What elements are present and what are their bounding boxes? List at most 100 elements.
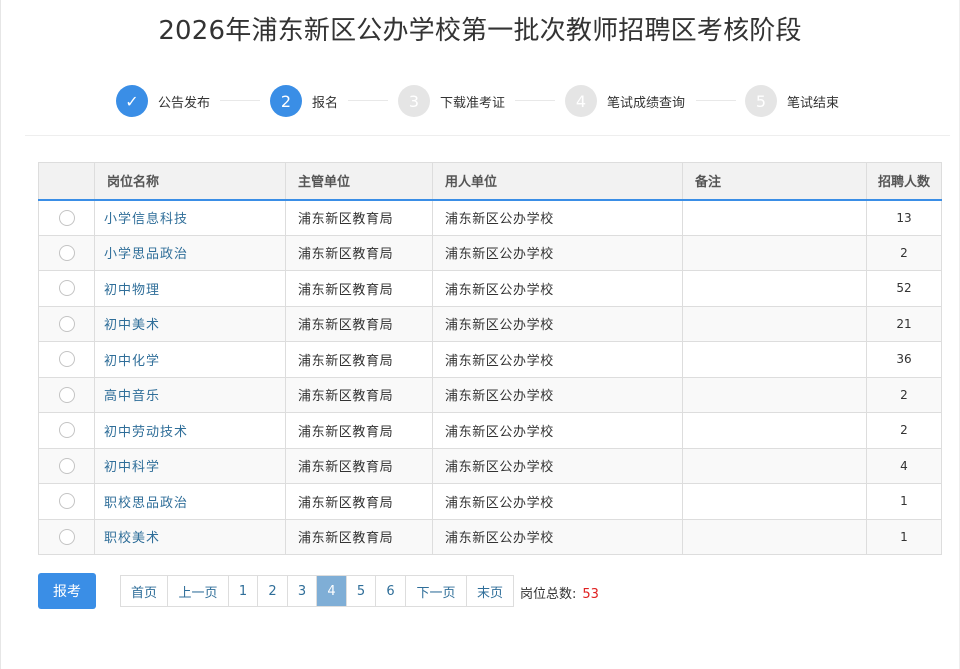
step-exam-end: 5 笔试结束 <box>745 82 839 120</box>
count-cell: 36 <box>866 341 942 378</box>
department-cell: 浦东新区教育局 <box>285 447 433 484</box>
step-label: 公告发布 <box>158 95 211 111</box>
job-name-link[interactable]: 初中化学 <box>94 341 286 378</box>
step-label: 笔试成绩查询 <box>607 95 686 111</box>
row-select-cell[interactable] <box>38 447 95 484</box>
table-row[interactable]: 初中科学 浦东新区教育局 浦东新区公办学校 4 <box>38 447 942 484</box>
radio-button[interactable] <box>58 457 75 474</box>
table-row[interactable]: 职校美术 浦东新区教育局 浦东新区公办学校 1 <box>38 518 942 555</box>
table-row[interactable]: 高中音乐 浦东新区教育局 浦东新区公办学校 2 <box>38 376 942 413</box>
page-number-5[interactable]: 5 <box>347 576 376 606</box>
count-cell: 52 <box>866 270 942 307</box>
row-select-cell[interactable] <box>38 483 95 520</box>
count-cell: 4 <box>866 447 942 484</box>
remark-cell <box>682 518 867 555</box>
radio-button[interactable] <box>58 528 75 545</box>
job-name-link[interactable]: 小学信息科技 <box>94 199 286 236</box>
page-last[interactable]: 末页 <box>467 576 513 606</box>
step-label: 下载准考证 <box>440 95 506 111</box>
row-select-cell[interactable] <box>38 341 95 378</box>
table-row[interactable]: 初中劳动技术 浦东新区教育局 浦东新区公办学校 2 <box>38 412 942 449</box>
employer-cell: 浦东新区公办学校 <box>432 447 683 484</box>
remark-cell <box>682 483 867 520</box>
row-select-cell[interactable] <box>38 412 95 449</box>
row-select-cell[interactable] <box>38 518 95 555</box>
radio-button[interactable] <box>58 422 75 439</box>
step-number: 4 <box>565 85 597 117</box>
page-prev[interactable]: 上一页 <box>168 576 229 606</box>
page-number-6[interactable]: 6 <box>376 576 406 606</box>
table-row[interactable]: 初中美术 浦东新区教育局 浦东新区公办学校 21 <box>38 305 942 342</box>
table-row[interactable]: 小学信息科技 浦东新区教育局 浦东新区公办学校 13 <box>38 199 942 236</box>
total-label: 岗位总数: <box>520 587 577 602</box>
step-connector <box>220 100 260 101</box>
count-cell: 2 <box>866 234 942 271</box>
employer-cell: 浦东新区公办学校 <box>432 305 683 342</box>
step-download-admission: 3 下载准考证 <box>398 82 505 120</box>
step-connector <box>348 100 388 101</box>
department-cell: 浦东新区教育局 <box>285 270 433 307</box>
department-cell: 浦东新区教育局 <box>285 412 433 449</box>
step-number: 5 <box>745 85 777 117</box>
job-name-link[interactable]: 初中劳动技术 <box>94 412 286 449</box>
page-number-3[interactable]: 3 <box>288 576 317 606</box>
row-select-cell[interactable] <box>38 234 95 271</box>
step-label: 笔试结束 <box>787 95 840 111</box>
row-select-cell[interactable] <box>38 270 95 307</box>
remark-cell <box>682 341 867 378</box>
job-name-link[interactable]: 职校思品政治 <box>94 483 286 520</box>
step-connector <box>696 100 736 101</box>
job-table: 岗位名称 主管单位 用人单位 备注 招聘人数 小学信息科技 浦东新区教育局 浦东… <box>38 162 942 555</box>
remark-cell <box>682 234 867 271</box>
page-number-4-current[interactable]: 4 <box>317 576 347 606</box>
radio-button[interactable] <box>58 493 75 510</box>
progress-steps: ✓ 公告发布 2 报名 3 下载准考证 4 笔试成绩查询 5 笔试结束 <box>0 82 960 120</box>
header-count: 招聘人数 <box>866 162 942 201</box>
page-title: 2026年浦东新区公办学校第一批次教师招聘区考核阶段 <box>158 16 802 46</box>
job-name-link[interactable]: 初中美术 <box>94 305 286 342</box>
table-row[interactable]: 初中物理 浦东新区教育局 浦东新区公办学校 52 <box>38 270 942 307</box>
row-select-cell[interactable] <box>38 376 95 413</box>
radio-button[interactable] <box>58 209 75 226</box>
page-number-2[interactable]: 2 <box>258 576 288 606</box>
page-number-1[interactable]: 1 <box>229 576 258 606</box>
total-value: 53 <box>582 587 599 602</box>
radio-button[interactable] <box>58 280 75 297</box>
employer-cell: 浦东新区公办学校 <box>432 518 683 555</box>
table-row[interactable]: 初中化学 浦东新区教育局 浦东新区公办学校 36 <box>38 341 942 378</box>
page-next[interactable]: 下一页 <box>406 576 467 606</box>
radio-button[interactable] <box>58 386 75 403</box>
count-cell: 2 <box>866 376 942 413</box>
remark-cell <box>682 376 867 413</box>
header-job-name: 岗位名称 <box>94 162 286 201</box>
count-cell: 21 <box>866 305 942 342</box>
job-name-link[interactable]: 职校美术 <box>94 518 286 555</box>
header-department: 主管单位 <box>285 162 433 201</box>
department-cell: 浦东新区教育局 <box>285 376 433 413</box>
employer-cell: 浦东新区公办学校 <box>432 199 683 236</box>
total-summary: 岗位总数: 53 <box>520 583 599 602</box>
job-name-link[interactable]: 高中音乐 <box>94 376 286 413</box>
header-employer: 用人单位 <box>432 162 683 201</box>
step-number: 3 <box>398 85 430 117</box>
job-name-link[interactable]: 小学思品政治 <box>94 234 286 271</box>
employer-cell: 浦东新区公办学校 <box>432 234 683 271</box>
page-first[interactable]: 首页 <box>121 576 168 606</box>
row-select-cell[interactable] <box>38 305 95 342</box>
apply-button[interactable]: 报考 <box>38 573 96 609</box>
department-cell: 浦东新区教育局 <box>285 341 433 378</box>
table-row[interactable]: 小学思品政治 浦东新区教育局 浦东新区公办学校 2 <box>38 234 942 271</box>
radio-button[interactable] <box>58 315 75 332</box>
job-name-link[interactable]: 初中物理 <box>94 270 286 307</box>
department-cell: 浦东新区教育局 <box>285 234 433 271</box>
step-announcement: ✓ 公告发布 <box>116 82 210 120</box>
department-cell: 浦东新区教育局 <box>285 199 433 236</box>
job-name-link[interactable]: 初中科学 <box>94 447 286 484</box>
radio-button[interactable] <box>58 351 75 368</box>
radio-button[interactable] <box>58 244 75 261</box>
employer-cell: 浦东新区公办学校 <box>432 376 683 413</box>
employer-cell: 浦东新区公办学校 <box>432 270 683 307</box>
table-row[interactable]: 职校思品政治 浦东新区教育局 浦东新区公办学校 1 <box>38 483 942 520</box>
header-divider <box>25 135 950 136</box>
row-select-cell[interactable] <box>38 199 95 236</box>
